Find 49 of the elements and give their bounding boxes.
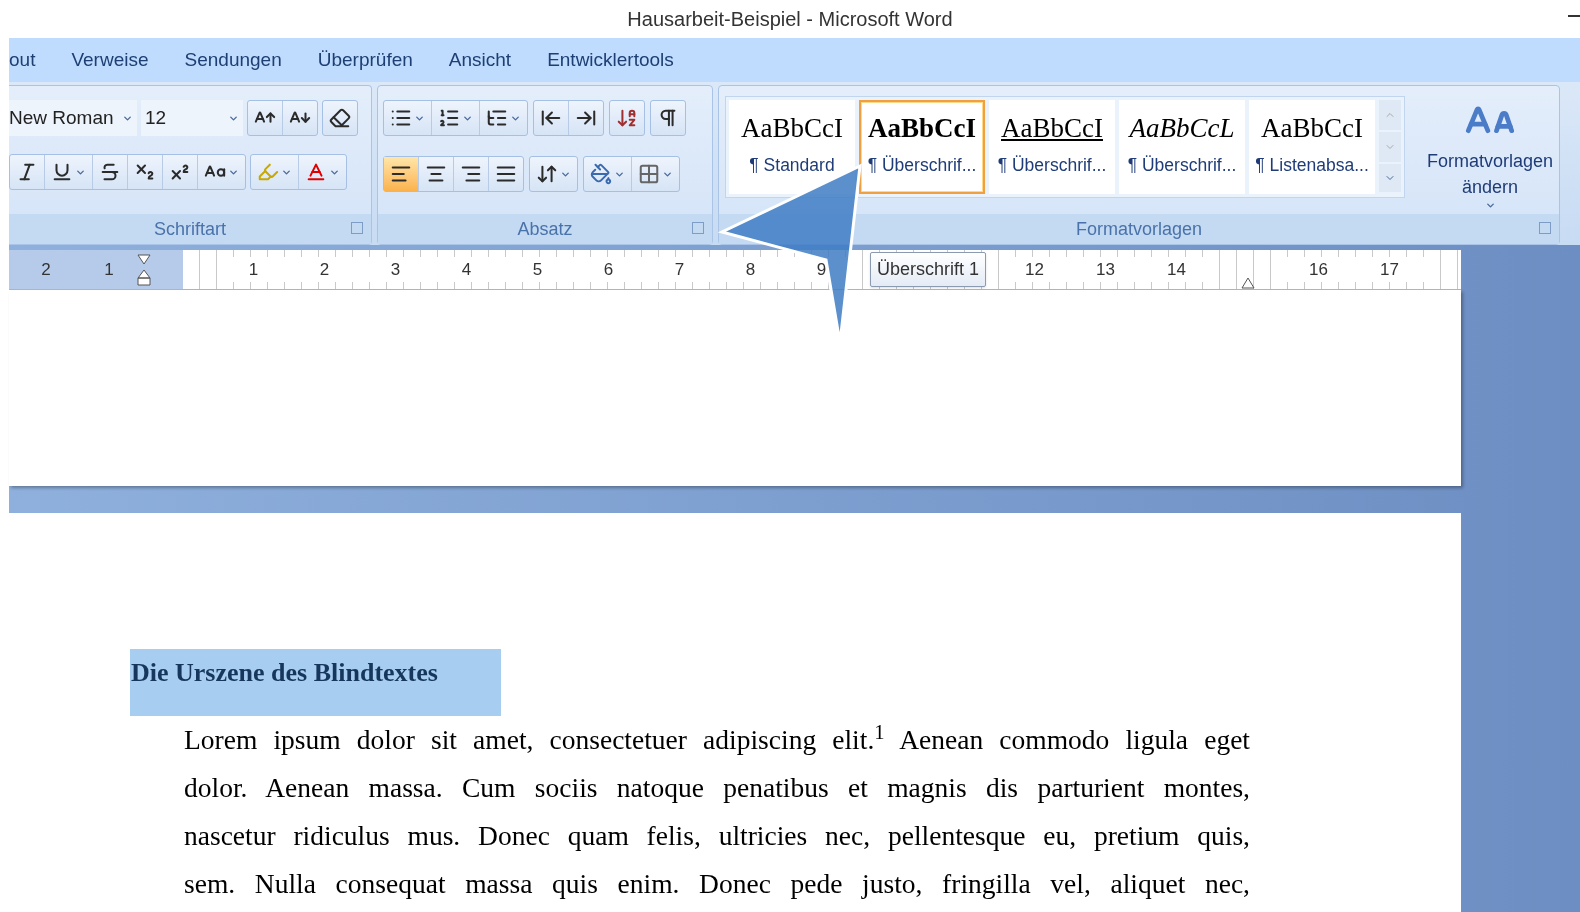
ribbon-tab[interactable]: Überprüfen [317, 45, 413, 75]
eraser-icon [329, 107, 351, 129]
body-paragraph: Lorem ipsum dolor sit amet, consectetuer adipiscing elit.$^{1}$ Aenean commodo ligula eget dolor. Aenean massa. Cum sociis natoque penatibus et magnis dis parturient montes, nascetur ridiculus mus. Donec quam felis, ultricies nec, pellentesque eu, pretium quis, sem. Nulla consequat massa quis enim. Donec pede justo, fringilla vel, aliquet nec, [184, 719, 1250, 901]
style-preview: AaBbCcL [1129, 115, 1235, 143]
style-item[interactable]: AaBbCcI ¶ Überschrif... [989, 100, 1115, 194]
sort-icon [616, 107, 638, 129]
ribbon-tab[interactable]: Ansicht [448, 45, 512, 75]
paint-bucket-icon [590, 163, 612, 185]
highlighter-icon [257, 161, 279, 183]
ribbon-tab[interactable]: Verweise [71, 45, 149, 75]
style-item[interactable]: AaBbCcI ¶ Überschrif... [859, 100, 985, 194]
style-preview: AaBbCcI [868, 115, 976, 143]
ribbon-tab[interactable]: Sendungen [184, 45, 282, 75]
style-name: ¶ Überschrif... [997, 154, 1107, 178]
window-title: Hausarbeit-Beispiel - Microsoft Word [627, 7, 953, 32]
group-label: Schriftart [154, 217, 226, 241]
style-name: ¶ Überschrif... [1127, 154, 1237, 178]
style-preview: AaBbCcI [1001, 115, 1103, 143]
change-styles-button[interactable]: Formatvorlagen ändern [1415, 96, 1565, 211]
ruler-number: 17 [1354, 256, 1425, 283]
ruler-number: 6 [573, 256, 644, 283]
borders-icon [638, 163, 660, 185]
group-label: Absatz [517, 217, 573, 241]
tooltip: Überschrift 1 [869, 252, 986, 287]
style-preview: AaBbCcI [1261, 115, 1363, 143]
ruler-number: 1 [103, 258, 115, 281]
indent-marker-icon[interactable] [137, 253, 151, 286]
heading: Die Urszene des Blindtextes [131, 658, 438, 687]
font-size-combobox[interactable]: 12 [141, 100, 243, 136]
align-button[interactable] [384, 157, 419, 191]
ribbon-tab[interactable]: out [9, 45, 36, 75]
style-item[interactable]: AaBbCcL ¶ Überschrif... [1119, 100, 1245, 194]
minimize-icon [1568, 15, 1580, 17]
style-item[interactable]: AaBbCcI ¶ Standard [729, 100, 855, 194]
ribbon-tab[interactable]: Entwicklertools [547, 45, 674, 75]
strikethrough-icon [99, 161, 121, 183]
caret-icon [1484, 200, 1496, 211]
line-spacing-icon [536, 163, 558, 185]
group-label: Formatvorlagen [1075, 217, 1203, 241]
style-item[interactable]: AaBbCcI ¶ Listenabsa... [1249, 100, 1375, 194]
style-name: ¶ Standard [749, 154, 835, 178]
numbered-list-icon [438, 107, 460, 129]
underline-icon [51, 161, 73, 183]
font-color-icon [305, 161, 327, 183]
style-name: ¶ Listenabsa... [1255, 154, 1369, 178]
style-name: ¶ Überschrif... [867, 154, 977, 178]
style-preview: AaBbCcI [741, 115, 843, 143]
font-name-combobox[interactable]: New Roman [9, 100, 137, 136]
ruler-number: 2 [40, 258, 52, 281]
